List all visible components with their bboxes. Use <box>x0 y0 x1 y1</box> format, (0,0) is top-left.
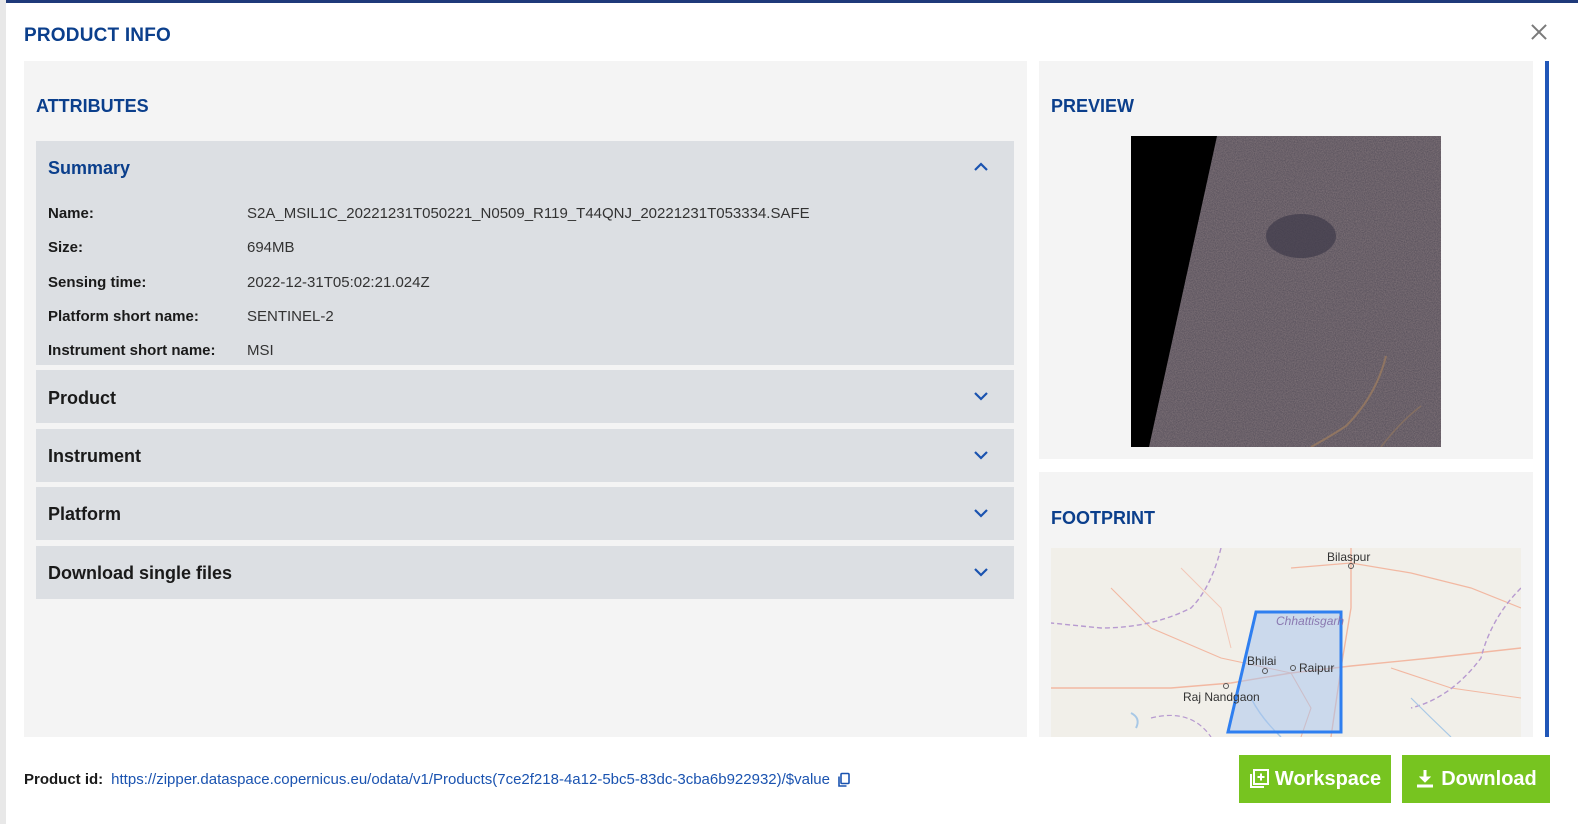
download-button[interactable]: Download <box>1402 755 1550 803</box>
chevron-down-icon[interactable] <box>973 564 989 580</box>
download-icon <box>1415 769 1435 789</box>
product-info-modal: PRODUCT INFO ATTRIBUTES Summary Name: S2… <box>6 3 1572 824</box>
close-icon[interactable] <box>1528 21 1550 43</box>
footprint-heading: FOOTPRINT <box>1051 508 1155 528</box>
map-label-raipur: Raipur <box>1299 661 1335 675</box>
accordion-instrument-label: Instrument <box>48 446 142 466</box>
accordion-platform[interactable]: Platform <box>36 487 1014 540</box>
accordion-download-single-files[interactable]: Download single files <box>36 546 1014 599</box>
workspace-button-label: Workspace <box>1274 767 1382 790</box>
accordion-platform-label: Platform <box>48 504 122 524</box>
attr-value: 694MB <box>247 239 295 256</box>
footprint-panel: FOOTPRINT Bilaspur Chhattisgarh Bhilai R… <box>1039 472 1533 737</box>
attributes-panel: ATTRIBUTES Summary Name: S2A_MSIL1C_2022… <box>24 61 1027 737</box>
attr-key: Name: <box>48 205 94 222</box>
attr-key: Size: <box>48 239 84 256</box>
preview-panel: PREVIEW <box>1039 61 1533 459</box>
preview-image <box>1131 136 1441 447</box>
map-label-bilaspur: Bilaspur <box>1327 550 1371 564</box>
product-id-label: Product id: <box>24 771 104 788</box>
modal-scrollbar[interactable] <box>1545 61 1549 737</box>
map-label-raj-nandgaon: Raj Nandgaon <box>1183 690 1260 704</box>
download-button-label: Download <box>1441 767 1537 790</box>
product-id-row: Product id: https://zipper.dataspace.cop… <box>24 771 852 788</box>
accordion-summary-label: Summary <box>48 158 131 178</box>
attr-value: 2022-12-31T05:02:21.024Z <box>247 274 430 291</box>
product-id-link[interactable]: https://zipper.dataspace.copernicus.eu/o… <box>111 771 830 788</box>
accordion-product[interactable]: Product <box>36 370 1014 423</box>
map-label-chhattisgarh: Chhattisgarh <box>1276 614 1345 628</box>
add-to-workspace-icon <box>1249 769 1269 789</box>
accordion-product-label: Product <box>48 388 117 408</box>
preview-heading: PREVIEW <box>1051 96 1135 116</box>
accordion-instrument[interactable]: Instrument <box>36 429 1014 482</box>
attributes-heading: ATTRIBUTES <box>36 96 149 116</box>
map-label-bhilai: Bhilai <box>1247 654 1277 668</box>
accordion-summary[interactable]: Summary Name: S2A_MSIL1C_20221231T050221… <box>36 141 1014 365</box>
chevron-down-icon[interactable] <box>973 388 989 404</box>
attr-value: S2A_MSIL1C_20221231T050221_N0509_R119_T4… <box>247 205 810 222</box>
attr-key: Sensing time: <box>48 274 147 291</box>
footprint-map[interactable]: Bilaspur Chhattisgarh Bhilai Raipur Raj … <box>1051 548 1521 737</box>
attr-key: Platform short name: <box>48 308 199 325</box>
modal-title: PRODUCT INFO <box>24 25 172 46</box>
attr-key: Instrument short name: <box>48 342 216 359</box>
attr-value: MSI <box>247 342 274 359</box>
attr-value: SENTINEL-2 <box>247 308 334 325</box>
workspace-button[interactable]: Workspace <box>1239 755 1391 803</box>
chevron-down-icon[interactable] <box>973 447 989 463</box>
chevron-up-icon[interactable] <box>973 159 989 175</box>
chevron-down-icon[interactable] <box>973 505 989 521</box>
accordion-download-single-files-label: Download single files <box>48 563 233 583</box>
copy-icon[interactable] <box>836 772 852 788</box>
